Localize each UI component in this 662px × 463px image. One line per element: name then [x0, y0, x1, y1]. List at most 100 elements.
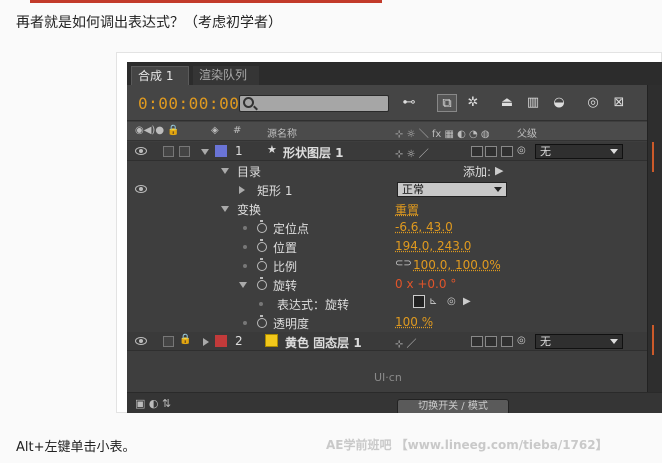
column-header-row: ◉◀)● 🔒 ◈ # 源名称 ⊹ ☼ ＼ fx ▦ ◐ ◔ ◍ 父级: [127, 122, 662, 141]
chevron-down-icon: [610, 149, 618, 154]
add-label: 添加:: [463, 165, 492, 179]
rectangle-item-row[interactable]: 矩形 1 正常: [127, 180, 647, 199]
av-features-icon: ◉◀)● 🔒: [135, 125, 180, 136]
shy-layers-icon[interactable]: ✲: [463, 94, 483, 112]
scale-value[interactable]: 100.0, 100.0%: [413, 258, 501, 272]
stopwatch-icon[interactable]: [257, 258, 267, 271]
constrain-link-icon[interactable]: ⊂⊃: [395, 258, 412, 269]
tab-bar: 合成 1 × 渲染队列: [127, 63, 662, 101]
tab-render-queue[interactable]: 渲染队列: [193, 66, 259, 85]
solo-toggle[interactable]: [163, 336, 174, 347]
draft-3d-icon[interactable]: ⧉: [437, 94, 457, 112]
shape-star-icon: ★: [267, 143, 277, 156]
collapse-triangle-icon[interactable]: [239, 186, 245, 194]
watermark-logo: UI·cn: [374, 371, 402, 384]
layer-row-2[interactable]: 🔒 2 黄色 固态层 1 ⊹ ／ ◎ 无: [127, 332, 647, 351]
reset-link[interactable]: 重置: [395, 201, 419, 218]
switch-box[interactable]: [501, 146, 513, 157]
blend-mode-value: 正常: [402, 183, 424, 196]
opacity-row[interactable]: 透明度 100 %: [127, 313, 647, 332]
toggle-switches-modes-button[interactable]: 切换开关 / 模式: [397, 399, 509, 413]
group-name: 目录: [237, 165, 262, 179]
prop-name: 透明度: [273, 317, 310, 331]
position-row[interactable]: 位置 194.0, 243.0: [127, 237, 647, 256]
shy-switch-icon[interactable]: ⊹ ☼ ／: [395, 145, 429, 160]
expression-label: 表达式：旋转: [277, 298, 350, 312]
visibility-eye-icon[interactable]: [135, 337, 147, 345]
stopwatch-icon[interactable]: [257, 277, 267, 290]
chevron-down-icon: [494, 187, 502, 192]
blend-mode-select[interactable]: 正常: [397, 182, 507, 197]
layer-name[interactable]: 黄色 固态层 1: [285, 334, 362, 351]
language-menu-icon[interactable]: ▶: [463, 296, 471, 307]
panel-footer: ▣ ◐ ⇅ 切换开关 / 模式: [127, 392, 662, 413]
lock-toggle[interactable]: [179, 146, 190, 157]
tree-dot: [259, 302, 263, 306]
label-color-chip[interactable]: [215, 335, 227, 347]
rotation-row[interactable]: 旋转 0 x +0.0 °: [127, 275, 647, 294]
stopwatch-icon[interactable]: [257, 220, 267, 233]
scale-row[interactable]: 比例 ⊂⊃ 100.0, 100.0%: [127, 256, 647, 275]
stopwatch-icon[interactable]: [257, 315, 267, 328]
switch-box[interactable]: [501, 336, 513, 347]
rotation-value[interactable]: 0 x +0.0 °: [395, 277, 456, 291]
group-name: 变换: [237, 203, 262, 217]
expand-triangle-icon[interactable]: [221, 168, 229, 174]
transform-group-row[interactable]: 变换 重置: [127, 199, 647, 218]
switch-box[interactable]: [485, 336, 497, 347]
item-name: 矩形 1: [257, 184, 293, 198]
pickwhip-icon[interactable]: ◎: [517, 145, 526, 156]
stopwatch-icon[interactable]: [257, 239, 267, 252]
auto-keyframe-icon[interactable]: ⊠: [609, 94, 629, 112]
prop-name: 定位点: [273, 222, 310, 236]
switch-box[interactable]: [471, 146, 483, 157]
brainstorm-icon[interactable]: ◒: [549, 94, 569, 112]
expression-toggle-icon[interactable]: [413, 295, 425, 308]
search-icon: [243, 97, 254, 108]
tree-dot: [243, 245, 247, 249]
column-source-name[interactable]: 源名称: [267, 125, 297, 140]
prop-name: 位置: [273, 241, 298, 255]
expand-triangle-icon[interactable]: [201, 149, 209, 155]
add-arrow-icon[interactable]: ▶: [495, 164, 503, 177]
timeline-strip[interactable]: [647, 85, 662, 413]
position-value[interactable]: 194.0, 243.0: [395, 239, 471, 253]
layer-bar-marker: [652, 325, 654, 355]
graph-editor-icon[interactable]: ◎: [583, 94, 603, 112]
tab-composition-1[interactable]: 合成 1 ×: [131, 66, 189, 101]
shy-switch-icon[interactable]: ⊹ ／: [395, 335, 417, 350]
search-input[interactable]: [239, 95, 389, 112]
contents-group-row[interactable]: 目录 添加: ▶: [127, 161, 647, 180]
anchor-point-row[interactable]: 定位点 -6.6, 43.0: [127, 218, 647, 237]
motion-blur-icon[interactable]: ▥: [523, 94, 543, 112]
parent-select[interactable]: 无: [535, 144, 623, 159]
visibility-eye-icon[interactable]: [135, 185, 147, 193]
current-time-display[interactable]: 0:00:00:00: [138, 94, 239, 113]
footer-icons[interactable]: ▣ ◐ ⇅: [135, 397, 171, 410]
lock-icon[interactable]: 🔒: [179, 334, 191, 345]
opacity-value[interactable]: 100 %: [395, 315, 433, 329]
switch-box[interactable]: [485, 146, 497, 157]
parent-value: 无: [540, 335, 551, 348]
layer-name[interactable]: 形状图层 1: [283, 144, 344, 161]
column-parent[interactable]: 父级: [517, 125, 537, 140]
anchor-value[interactable]: -6.6, 43.0: [395, 220, 453, 234]
pickwhip-icon[interactable]: ◎: [517, 335, 526, 346]
top-stripe: [30, 0, 382, 3]
article-intro: 再者就是如何调出表达式？（考虑初学者）: [16, 15, 282, 31]
graph-icon[interactable]: ⊾: [429, 296, 437, 307]
collapse-triangle-icon[interactable]: [203, 338, 209, 346]
label-color-chip[interactable]: [215, 145, 227, 157]
expand-triangle-icon[interactable]: [221, 206, 229, 212]
expand-triangle-icon[interactable]: [239, 282, 247, 288]
visibility-eye-icon[interactable]: [135, 147, 147, 155]
frame-blending-icon[interactable]: ⏏: [497, 94, 517, 112]
composition-mini-flowchart-icon[interactable]: ⊷: [399, 94, 419, 112]
expression-row[interactable]: 表达式：旋转 ⊾ ◎ ▶: [127, 294, 647, 313]
switch-box[interactable]: [471, 336, 483, 347]
solo-toggle[interactable]: [163, 146, 174, 157]
label-column-icon: ◈: [211, 125, 219, 136]
parent-select[interactable]: 无: [535, 334, 623, 349]
layer-row-1[interactable]: 1 ★ 形状图层 1 ⊹ ☼ ／ ◎ 无: [127, 142, 647, 161]
pickwhip-icon[interactable]: ◎: [447, 296, 456, 307]
